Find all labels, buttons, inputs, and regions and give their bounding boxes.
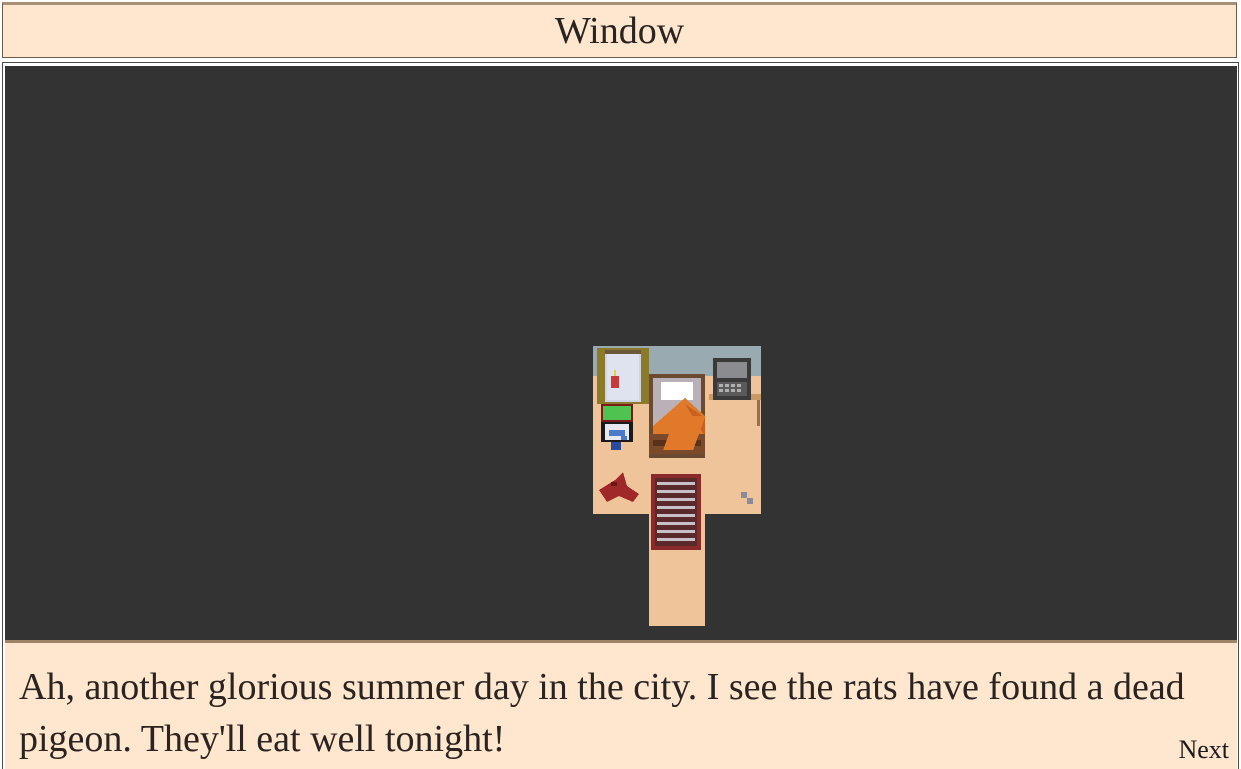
game-viewport[interactable] — [5, 66, 1237, 640]
window-title-bar: Window — [2, 2, 1237, 58]
window-sprite[interactable] — [597, 348, 649, 404]
apartment-room-map — [593, 346, 761, 626]
computer-sprite[interactable] — [713, 358, 751, 400]
rug-sprite[interactable] — [651, 474, 701, 550]
next-button[interactable]: Next — [1178, 735, 1229, 765]
window-title: Window — [554, 10, 685, 52]
dialog-text: Ah, another glorious summer day in the c… — [19, 666, 1185, 760]
dialog-box: Ah, another glorious summer day in the c… — [5, 640, 1237, 769]
bed-sprite[interactable] — [649, 374, 706, 458]
